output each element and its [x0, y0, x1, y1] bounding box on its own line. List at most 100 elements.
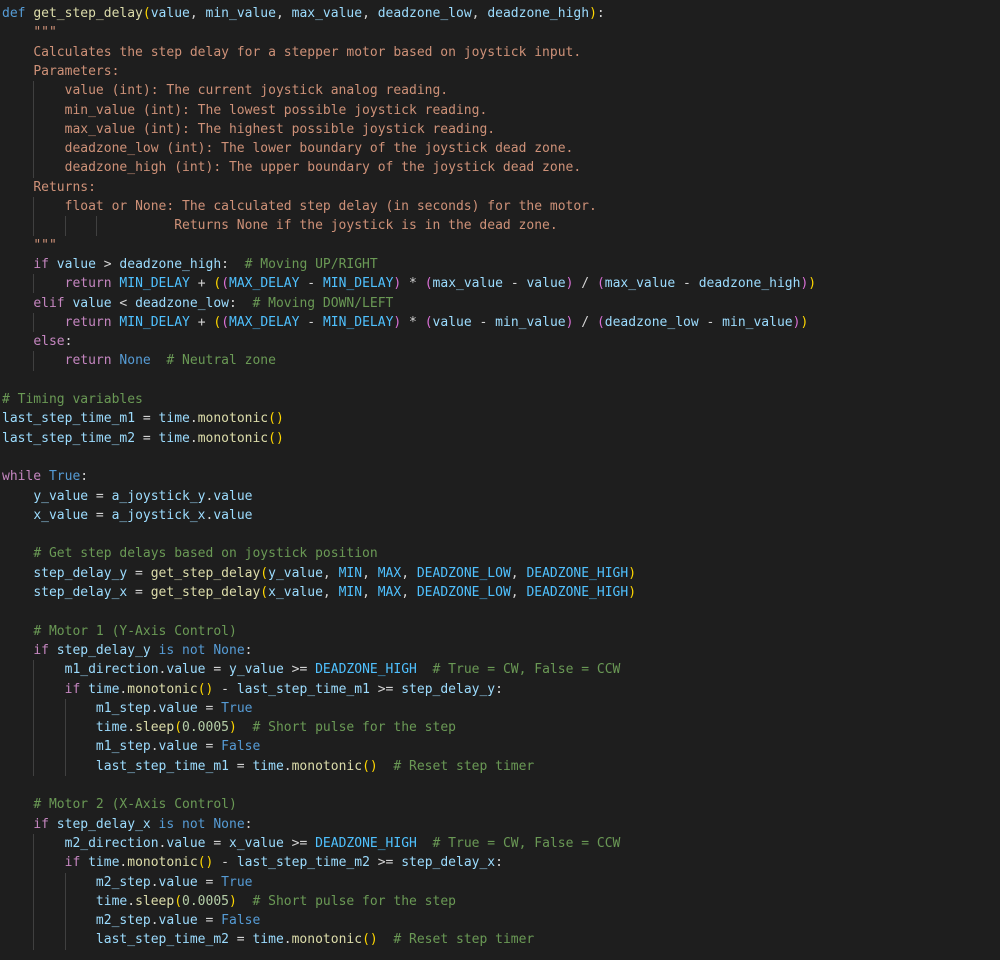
code-token: y_value	[268, 565, 323, 581]
code-token: True	[48, 469, 81, 485]
code-line[interactable]: # Motor 2 (X-Axis Control)	[2, 795, 237, 814]
code-line[interactable]: elif value < deadzone_low: # Moving DOWN…	[2, 294, 393, 313]
code-line[interactable]: return MIN_DELAY + ((MAX_DELAY - MIN_DEL…	[2, 313, 809, 332]
code-token: .	[189, 430, 198, 446]
code-token: (	[213, 314, 222, 330]
code-line[interactable]: deadzone_high (int): The upper boundary …	[2, 158, 582, 177]
code-token: ,	[275, 6, 292, 21]
code-token: MAX	[377, 565, 402, 581]
code-token: :	[64, 334, 73, 350]
code-token: last_step_time_m1	[95, 758, 229, 774]
code-line[interactable]: deadzone_low (int): The lower boundary o…	[2, 139, 574, 158]
code-token: *	[401, 276, 425, 292]
code-token: ,	[322, 585, 339, 600]
code-token: .	[127, 720, 136, 736]
code-token: step_delay_y	[33, 565, 128, 581]
code-token: min_value	[495, 314, 566, 330]
code-line[interactable]: Returns:	[2, 178, 96, 197]
code-token: MIN_DELAY	[119, 314, 190, 330]
code-line[interactable]: m1_step.value = True	[2, 699, 253, 718]
code-token: )	[800, 314, 809, 330]
code-token: min_value (int): The lowest possible joy…	[64, 102, 488, 118]
code-token: # Reset step timer	[393, 932, 535, 948]
code-line[interactable]: m1_direction.value = y_value >= DEADZONE…	[2, 660, 621, 679]
code-line[interactable]: Returns None if the joystick is in the d…	[2, 216, 558, 235]
code-line[interactable]: # Get step delays based on joystick posi…	[2, 544, 377, 563]
code-line[interactable]: Calculates the step delay for a stepper …	[2, 43, 581, 62]
code-editor[interactable]: def get_step_delay(value, min_value, max…	[0, 0, 1000, 960]
code-line[interactable]: time.sleep(0.0005) # Short pulse for the…	[2, 718, 456, 737]
code-token: max_value	[604, 276, 676, 292]
code-token: value	[56, 256, 96, 272]
code-line[interactable]: y_value = a_joystick_y.value	[2, 487, 252, 506]
code-line[interactable]: min_value (int): The lowest possible joy…	[2, 101, 488, 120]
code-token: True	[221, 700, 253, 716]
code-line[interactable]: m1_step.value = False	[2, 737, 260, 756]
code-token: -	[213, 681, 237, 697]
code-token: -	[698, 314, 723, 330]
code-line[interactable]: step_delay_y = get_step_delay(y_value, M…	[2, 564, 636, 583]
code-line[interactable]: step_delay_x = get_step_delay(x_value, M…	[2, 583, 636, 602]
code-line[interactable]: value (int): The current joystick analog…	[2, 81, 449, 100]
code-token: step_delay_x	[56, 816, 151, 832]
code-line[interactable]: time.sleep(0.0005) # Short pulse for the…	[2, 892, 456, 911]
code-line[interactable]: if step_delay_y is not None:	[2, 641, 252, 660]
code-token: last_step_time_m2	[236, 855, 370, 871]
code-line[interactable]: last_step_time_m2 = time.monotonic()	[2, 429, 284, 448]
code-token: time	[252, 932, 284, 948]
code-line[interactable]: x_value = a_joystick_x.value	[2, 506, 252, 525]
code-line[interactable]: last_step_time_m1 = time.monotonic()	[2, 409, 284, 428]
code-token: ,	[189, 6, 206, 21]
code-token: if	[64, 681, 89, 697]
code-token: ()	[268, 411, 284, 427]
indent-guide	[64, 698, 66, 776]
code-line[interactable]: if time.monotonic() - last_step_time_m2 …	[2, 853, 503, 872]
code-token: >=	[283, 662, 316, 678]
code-token: deadzone_low (int): The lower boundary o…	[64, 141, 574, 157]
code-token: monotonic	[291, 758, 363, 774]
code-token: )	[628, 565, 637, 581]
code-line[interactable]: if step_delay_x is not None:	[2, 815, 252, 834]
code-line[interactable]: m2_direction.value = x_value >= DEADZONE…	[2, 834, 621, 853]
code-token: Parameters:	[33, 63, 120, 79]
code-line[interactable]: def get_step_delay(value, min_value, max…	[2, 4, 605, 23]
code-token: MAX_DELAY	[229, 314, 300, 330]
code-line[interactable]: if time.monotonic() - last_step_time_m1 …	[2, 680, 503, 699]
code-line[interactable]: float or None: The calculated step delay…	[2, 197, 597, 216]
code-line[interactable]: if value > deadzone_high: # Moving UP/RI…	[2, 255, 377, 274]
code-token: =	[205, 662, 229, 678]
code-token: monotonic	[127, 681, 198, 697]
code-line[interactable]: m2_step.value = True	[2, 873, 253, 892]
code-token: (	[174, 720, 183, 736]
code-line[interactable]: last_step_time_m1 = time.monotonic() # R…	[2, 757, 534, 776]
code-token: =	[205, 835, 229, 851]
code-line[interactable]: else:	[2, 332, 72, 351]
code-token: step_delay_x	[401, 855, 496, 871]
code-line[interactable]: Parameters:	[2, 62, 119, 81]
code-line[interactable]: max_value (int): The highest possible jo…	[2, 120, 495, 139]
code-line[interactable]: while True:	[2, 467, 88, 486]
code-token: ()	[362, 932, 378, 948]
code-token: monotonic	[291, 932, 363, 948]
code-line[interactable]: """	[2, 23, 56, 42]
code-token: DEADZONE_HIGH	[315, 662, 417, 678]
code-token: -	[299, 314, 323, 330]
code-token: Returns:	[33, 179, 96, 195]
code-line[interactable]: last_step_time_m2 = time.monotonic() # R…	[2, 930, 534, 949]
code-line[interactable]: # Timing variables	[2, 390, 143, 409]
code-line[interactable]: """	[2, 236, 56, 255]
code-token: >=	[283, 835, 316, 851]
code-token: MAX	[377, 585, 402, 600]
code-token: time	[158, 411, 190, 427]
code-token: time	[88, 855, 120, 871]
code-line[interactable]: return None # Neutral zone	[2, 351, 276, 370]
code-line[interactable]: m2_step.value = False	[2, 911, 260, 930]
code-line[interactable]: # Motor 1 (Y-Axis Control)	[2, 622, 237, 641]
code-line[interactable]: return MIN_DELAY + ((MAX_DELAY - MIN_DEL…	[2, 274, 816, 293]
